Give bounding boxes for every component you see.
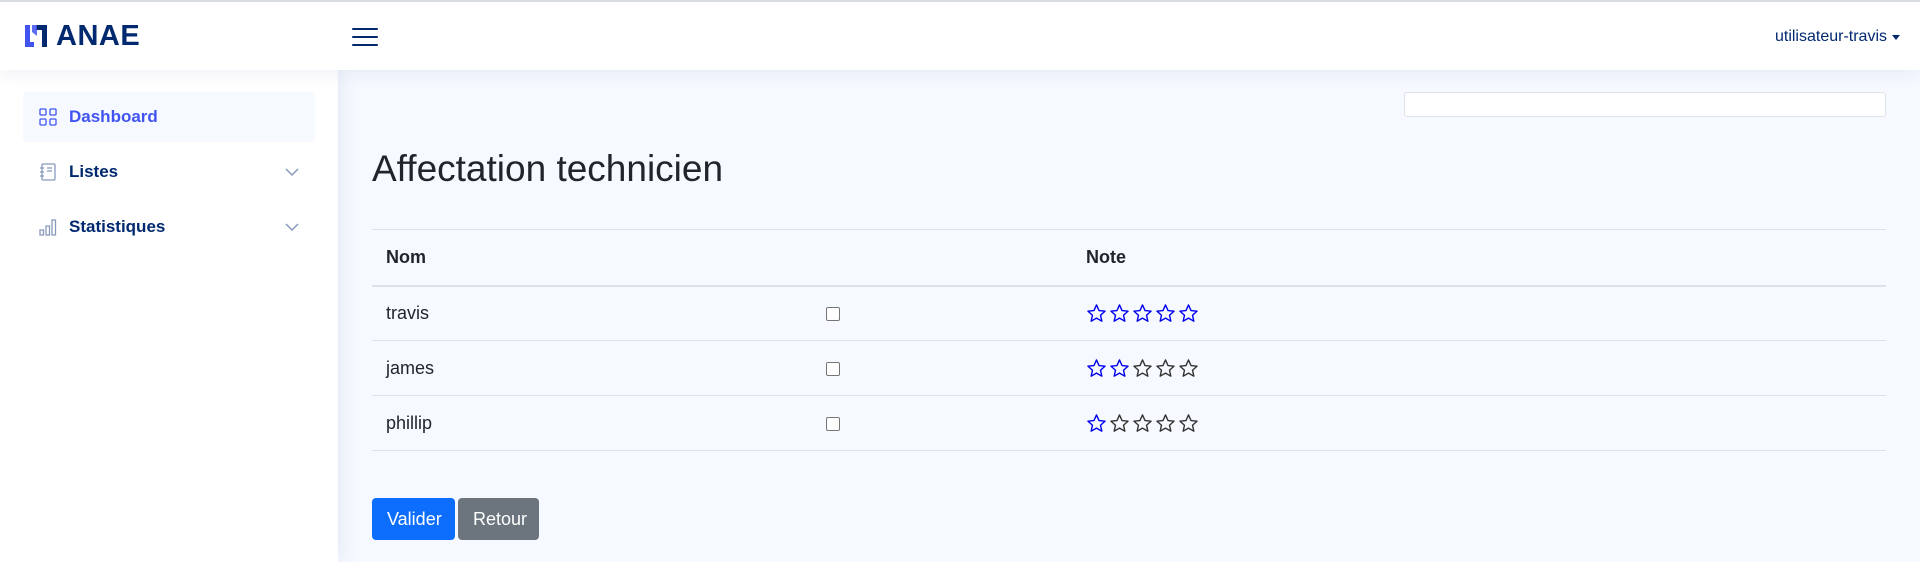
top-header: ANAE utilisateur-travis <box>0 0 1920 70</box>
sidebar-item-label: Statistiques <box>69 217 166 236</box>
table-header-row: Nom Note <box>372 229 1886 287</box>
star-rating[interactable] <box>1086 303 1872 324</box>
sidebar-item-label: Dashboard <box>69 107 158 126</box>
column-header-note: Note <box>1072 229 1886 287</box>
sidebar-item-listes[interactable]: Listes <box>23 147 315 197</box>
star-icon[interactable] <box>1132 413 1153 434</box>
sidebar-item-label: Listes <box>69 162 119 181</box>
logo-mark-icon <box>25 25 47 47</box>
star-icon[interactable] <box>1109 413 1130 434</box>
technician-name: james <box>372 340 812 396</box>
sidebar-item-statistiques[interactable]: Statistiques <box>23 202 315 252</box>
star-icon[interactable] <box>1178 358 1199 379</box>
table-row: travis <box>372 285 1886 341</box>
brand-name: ANAE <box>56 19 141 52</box>
star-icon[interactable] <box>1086 358 1107 379</box>
star-icon[interactable] <box>1155 413 1176 434</box>
retour-button[interactable]: Retour <box>458 498 539 540</box>
star-icon[interactable] <box>1155 303 1176 324</box>
star-icon[interactable] <box>1178 303 1199 324</box>
user-menu-label: utilisateur-travis <box>1774 28 1887 45</box>
table-row: phillip <box>372 395 1886 451</box>
valider-button[interactable]: Valider <box>372 498 455 540</box>
sidebar-item-dashboard[interactable]: Dashboard <box>23 92 315 142</box>
sidebar: Dashboard Listes Statistiques <box>0 70 338 562</box>
column-header-select <box>812 229 1072 287</box>
select-cell <box>812 395 1072 451</box>
page-title: Affectation technicien <box>372 148 724 189</box>
star-icon[interactable] <box>1086 413 1107 434</box>
rating-cell <box>1072 285 1886 341</box>
technician-table: Nom Note travis james phillip <box>372 229 1886 451</box>
hamburger-icon[interactable] <box>352 26 378 48</box>
chevron-down-icon <box>285 168 299 176</box>
star-icon[interactable] <box>1178 413 1199 434</box>
star-icon[interactable] <box>1132 303 1153 324</box>
journal-icon <box>40 163 56 181</box>
star-icon[interactable] <box>1132 358 1153 379</box>
user-menu[interactable]: utilisateur-travis <box>1775 28 1900 46</box>
search-input[interactable] <box>1404 92 1886 117</box>
star-icon[interactable] <box>1109 358 1130 379</box>
technician-checkbox[interactable] <box>826 307 840 321</box>
technician-checkbox[interactable] <box>826 416 840 431</box>
star-rating[interactable] <box>1086 413 1872 434</box>
brand-logo[interactable]: ANAE <box>22 20 140 52</box>
table-row: james <box>372 340 1886 396</box>
technician-name: travis <box>372 285 812 341</box>
caret-down-icon <box>1892 34 1900 40</box>
technician-name: phillip <box>372 395 812 451</box>
grid-icon <box>39 108 57 126</box>
chevron-down-icon <box>285 223 299 231</box>
technician-checkbox[interactable] <box>826 361 840 376</box>
select-cell <box>812 340 1072 396</box>
star-icon[interactable] <box>1086 303 1107 324</box>
star-rating[interactable] <box>1086 358 1872 379</box>
star-icon[interactable] <box>1109 303 1130 324</box>
select-cell <box>812 285 1072 341</box>
rating-cell <box>1072 340 1886 396</box>
star-icon[interactable] <box>1155 358 1176 379</box>
column-header-nom: Nom <box>372 229 812 287</box>
rating-cell <box>1072 395 1886 451</box>
bar-chart-icon <box>39 219 57 236</box>
